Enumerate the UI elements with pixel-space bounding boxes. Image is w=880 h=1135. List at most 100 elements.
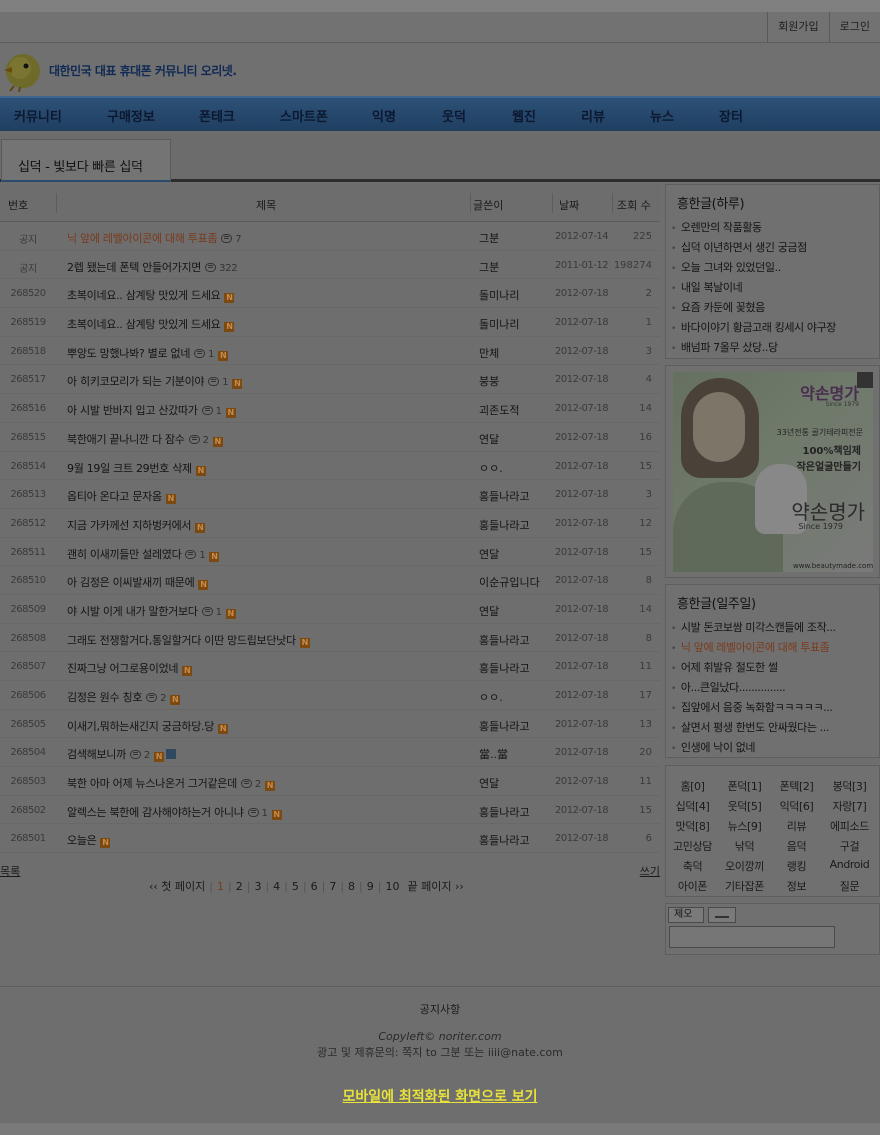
category-link[interactable]: 낚덕 xyxy=(718,838,771,854)
row-writer[interactable]: 연달 xyxy=(479,603,499,619)
row-subject[interactable]: 아 히키코모리가 되는 기분이야 xyxy=(67,375,205,388)
page-link[interactable]: 3 xyxy=(254,880,261,893)
category-link[interactable]: 아이폰 xyxy=(666,878,719,894)
row-subject-link[interactable]: 뿌앙도 망했나봐? 별로 없네 1 N xyxy=(67,345,229,361)
row-subject-link[interactable]: 지금 가카께선 지하벙커에서 N xyxy=(67,517,206,533)
row-subject-link[interactable]: 초복이네요.. 삼계탕 맛있게 드세요 N xyxy=(67,287,235,304)
notice-link[interactable]: 공지사항 xyxy=(0,1001,880,1017)
row-subject-link[interactable]: 검색해보니까 2 N xyxy=(67,746,176,763)
row-writer[interactable]: 괴존도적 xyxy=(479,402,519,418)
memo-input[interactable] xyxy=(669,926,835,948)
row-subject[interactable]: 9월 19일 크트 29번호 삭제 xyxy=(67,462,192,475)
list-link[interactable]: 목록 xyxy=(0,863,20,879)
row-subject-link[interactable]: 진짜그냥 어그로용이었네 N xyxy=(67,660,193,677)
row-subject-link[interactable]: 괜히 이새끼들만 설레였다 1 N xyxy=(67,546,220,562)
row-writer[interactable]: 홍들나라고 xyxy=(479,832,530,848)
row-subject[interactable]: 2렙 됐는데 폰텍 안들어가지면 xyxy=(67,261,201,274)
popular-post-link[interactable]: 십덕 이년하면서 생긴 궁금점 xyxy=(671,239,836,259)
row-subject-link[interactable]: 오늘은 N xyxy=(67,832,111,849)
row-writer[interactable]: 그분 xyxy=(479,259,499,275)
row-writer[interactable]: 홍들나라고 xyxy=(479,660,530,676)
row-writer[interactable]: ㅇㅇ. xyxy=(479,460,503,476)
page-link[interactable]: 7 xyxy=(329,880,336,893)
category-link[interactable]: 웃덕[5] xyxy=(718,798,771,814)
row-subject[interactable]: 초복이네요.. 삼계탕 맛있게 드세요 xyxy=(67,289,221,302)
category-link[interactable]: 랭킹 xyxy=(770,858,823,874)
row-subject-link[interactable]: 북한애기 끝나니깐 다 잠수 2 N xyxy=(67,431,223,447)
page-link[interactable]: 2 xyxy=(236,880,243,893)
col-date[interactable]: 날짜 xyxy=(559,197,579,213)
row-subject-link[interactable]: 아 히키코모리가 되는 기분이야 1 N xyxy=(67,373,243,390)
row-subject[interactable]: 옵티아 온다고 문자옴 xyxy=(67,490,162,503)
nav-item-webzine[interactable]: 웹진 xyxy=(512,106,536,125)
row-subject[interactable]: 뿌앙도 망했나봐? 별로 없네 xyxy=(67,347,190,360)
category-link[interactable]: Android xyxy=(823,858,876,871)
row-writer[interactable]: 연달 xyxy=(479,775,499,791)
nav-item-smartphone[interactable]: 스마트폰 xyxy=(280,106,328,125)
row-subject[interactable]: 검색해보니까 xyxy=(67,748,126,761)
category-link[interactable]: 구걸 xyxy=(823,838,876,854)
row-writer[interactable]: 연달 xyxy=(479,546,499,562)
page-link[interactable]: 10 xyxy=(385,880,399,893)
signup-link[interactable]: 회원가입 xyxy=(767,12,828,42)
row-subject[interactable]: 닉 앞에 레벨아이콘에 대해 투표좀 xyxy=(67,232,218,245)
category-link[interactable]: 고민상담 xyxy=(666,838,719,854)
category-link[interactable]: 에피소드 xyxy=(823,818,876,834)
category-link[interactable]: 뉴스[9] xyxy=(718,818,771,834)
row-subject-link[interactable]: 그래도 전쟁할거다,통일할거다 이딴 망드립보단낫다 N xyxy=(67,632,310,648)
row-subject-link[interactable]: 아 김정은 이씨발새끼 때문에 N xyxy=(67,574,209,591)
row-writer[interactable]: 그분 xyxy=(479,230,499,246)
page-link[interactable]: 8 xyxy=(348,880,355,893)
first-page-link[interactable]: ‹‹ 첫 페이지 xyxy=(149,880,205,893)
row-writer[interactable]: 홍들나라고 xyxy=(479,804,530,820)
row-subject[interactable]: 아 시발 반바지 입고 산갔따가 xyxy=(67,404,198,417)
row-subject-link[interactable]: 야 시발 이게 내가 말한거보다 1 N xyxy=(67,603,236,619)
page-link[interactable]: 4 xyxy=(273,880,280,893)
row-writer[interactable]: 돌미나리 xyxy=(479,287,519,303)
row-subject[interactable]: 알렉스는 북한에 감사해야하는거 아니냐 xyxy=(67,806,244,819)
page-link[interactable]: 5 xyxy=(292,880,299,893)
category-link[interactable]: 익덕[6] xyxy=(770,798,823,814)
row-subject[interactable]: 김정은 원수 칭호 xyxy=(67,691,142,704)
nav-item-review[interactable]: 리뷰 xyxy=(581,106,605,125)
popular-post-link[interactable]: 오늘 그녀와 있었던일.. xyxy=(671,259,836,279)
category-link[interactable]: 폰텍[2] xyxy=(770,778,823,794)
popular-post-link[interactable]: 인생에 낙이 없네 xyxy=(671,739,836,759)
category-link[interactable]: 오이깡끼 xyxy=(718,858,771,874)
ad-corner-icon[interactable] xyxy=(857,372,873,388)
login-link[interactable]: 로그인 xyxy=(828,12,880,42)
row-writer[interactable]: 홍들나라고 xyxy=(479,718,530,734)
nav-item-market[interactable]: 장터 xyxy=(719,106,743,125)
nav-item-anonymous[interactable]: 익명 xyxy=(372,106,396,125)
row-subject[interactable]: 이새기,뭐하는새긴지 궁금하당.당 xyxy=(67,720,214,733)
row-subject[interactable]: 북한 아마 어제 뉴스나온거 그거같은데 xyxy=(67,777,237,790)
category-link[interactable]: 정보 xyxy=(770,878,823,894)
nav-item-purchase[interactable]: 구매정보 xyxy=(107,106,155,125)
popular-post-link[interactable]: 내일 복날이네 xyxy=(671,279,836,299)
row-writer[interactable]: ㅇㅇ. xyxy=(479,689,503,705)
row-subject-link[interactable]: 2렙 됐는데 폰텍 안들어가지면 322 xyxy=(67,259,238,275)
category-link[interactable]: 리뷰 xyxy=(770,818,823,834)
popular-post-link[interactable]: 살면서 평생 한번도 안싸웠다는 ... xyxy=(671,719,836,739)
category-link[interactable]: 봉덕[3] xyxy=(823,778,876,794)
popular-post-link[interactable]: 아...큰일났다............... xyxy=(671,679,836,699)
row-subject[interactable]: 초복이네요.. 삼계탕 맛있게 드세요 xyxy=(67,318,221,331)
popular-post-link[interactable]: 집앞에서 음중 녹화함ㅋㅋㅋㅋㅋ... xyxy=(671,699,836,719)
row-writer[interactable]: 연달 xyxy=(479,431,499,447)
category-link[interactable]: 축덕 xyxy=(666,858,719,874)
row-subject-link[interactable]: 아 시발 반바지 입고 산갔따가 1 N xyxy=(67,402,236,419)
popular-post-link[interactable]: 시발 돈코보쌈 미각스캔들에 조작... xyxy=(671,619,836,639)
site-slogan[interactable]: 대한민국 대표 휴대폰 커뮤니티 오리넷. xyxy=(49,62,237,79)
category-link[interactable]: 폰덕[1] xyxy=(718,778,771,794)
row-writer[interactable]: 돌미나리 xyxy=(479,316,519,332)
page-link[interactable]: 9 xyxy=(367,880,374,893)
row-subject-link[interactable]: 초복이네요.. 삼계탕 맛있게 드세요 N xyxy=(67,316,235,333)
page-link[interactable]: 6 xyxy=(311,880,318,893)
row-writer[interactable]: 當..當 xyxy=(479,746,508,762)
row-writer[interactable]: 이순규입니다 xyxy=(479,574,540,590)
row-subject[interactable]: 그래도 전쟁할거다,통일할거다 이딴 망드립보단낫다 xyxy=(67,634,296,647)
popular-post-link[interactable]: 어제 휘발유 절도한 썰 xyxy=(671,659,836,679)
nav-item-humor[interactable]: 웃덕 xyxy=(442,106,466,125)
board-tab[interactable]: 십덕 - 빛보다 빠른 십덕 xyxy=(1,139,171,182)
page-link[interactable]: 1 xyxy=(217,880,224,893)
